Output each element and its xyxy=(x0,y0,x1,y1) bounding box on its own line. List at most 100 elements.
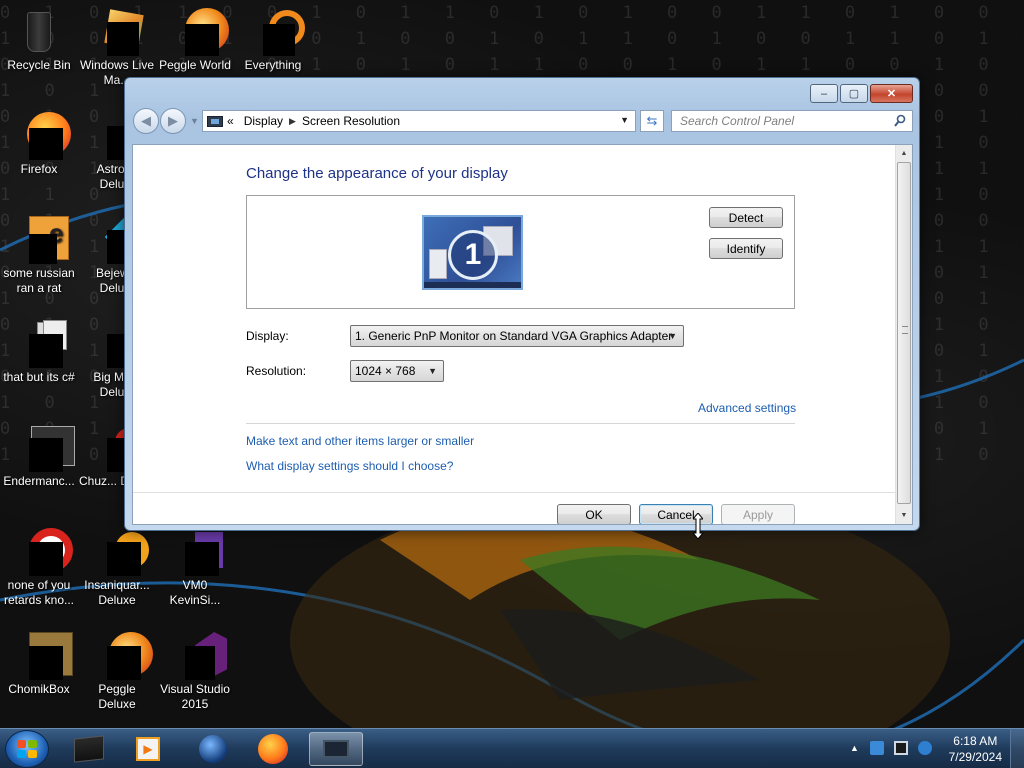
back-button[interactable]: ◀ xyxy=(133,108,159,134)
desktop-icon-recycle-bin[interactable]: Recycle Bin xyxy=(0,8,78,73)
desktop-icon-vm0-kevinsi[interactable]: VM0 KevinSi... xyxy=(156,528,234,608)
visual-studio-icon xyxy=(171,632,227,680)
recent-pages-dropdown-icon[interactable]: ▼ xyxy=(190,116,199,126)
desktop-icon-peggle-deluxe[interactable]: Peggle Deluxe xyxy=(78,632,156,712)
desktop-icon-firefox[interactable]: Firefox xyxy=(0,112,78,177)
text-size-link[interactable]: Make text and other items larger or smal… xyxy=(246,434,474,448)
close-button[interactable]: ✕ xyxy=(870,84,913,103)
desktop-icon-label: none of you retards kno... xyxy=(3,578,75,607)
movie-maker-icon xyxy=(93,8,144,56)
peggle-icon xyxy=(171,8,229,56)
media-player-icon: ▶ xyxy=(136,737,160,761)
file-stack-icon xyxy=(15,320,67,368)
opera-icon xyxy=(15,528,73,576)
taskbar-app-1[interactable] xyxy=(62,732,116,766)
taskbar-screen-resolution[interactable] xyxy=(309,732,363,766)
scroll-up-icon[interactable]: ▲ xyxy=(896,145,912,162)
display-select[interactable]: 1. Generic PnP Monitor on Standard VGA G… xyxy=(350,325,684,347)
java-file-icon: e xyxy=(15,216,69,264)
monitor-number: 1 xyxy=(448,230,498,280)
footer-divider xyxy=(133,492,896,493)
scroll-down-icon[interactable]: ▼ xyxy=(896,507,912,524)
taskbar-firefox[interactable] xyxy=(246,732,300,766)
action-center-icon[interactable] xyxy=(894,741,908,755)
breadcrumb-display[interactable]: Display xyxy=(244,114,283,128)
desktop-icon-windows-live-movie-maker[interactable]: Windows Live Ma... xyxy=(78,8,156,88)
detect-button[interactable]: Detect xyxy=(709,207,783,228)
search-input[interactable] xyxy=(680,114,880,128)
app-box-icon xyxy=(74,735,104,763)
volume-icon[interactable] xyxy=(918,741,932,755)
breadcrumb-screen-resolution[interactable]: Screen Resolution xyxy=(302,114,400,128)
desktop-icon-peggle-world[interactable]: Peggle World xyxy=(156,8,234,73)
display-icon xyxy=(323,740,349,758)
desktop-icon-that-but-its-csharp[interactable]: that but its c# xyxy=(0,320,78,385)
breadcrumb-overflow[interactable]: « xyxy=(227,114,234,128)
clock[interactable]: 6:18 AM 7/29/2024 xyxy=(949,733,1002,765)
resolution-label: Resolution: xyxy=(246,364,307,378)
refresh-icon: ⇆ xyxy=(646,113,658,128)
ok-button[interactable]: OK xyxy=(557,504,631,524)
globe-icon xyxy=(199,735,227,763)
minimize-button[interactable]: – xyxy=(810,84,838,103)
search-icon[interactable] xyxy=(894,114,906,128)
display-help-link[interactable]: What display settings should I choose? xyxy=(246,459,453,473)
desktop-icon-label: Peggle Deluxe xyxy=(98,682,136,711)
everything-icon xyxy=(249,8,305,56)
desktop-icon-label: Firefox xyxy=(20,162,58,176)
screen-resolution-window: – ▢ ✕ ◀ ▶ ▼ « Display ▶ Screen Resolutio… xyxy=(124,77,920,531)
search-box[interactable] xyxy=(671,110,913,132)
resolution-select[interactable]: 1024 × 768 ▼ xyxy=(350,360,444,382)
address-dropdown-icon[interactable]: ▼ xyxy=(620,115,629,125)
taskbar-media-player[interactable]: ▶ xyxy=(121,732,175,766)
refresh-button[interactable]: ⇆ xyxy=(640,110,664,132)
endermanch-icon xyxy=(15,424,75,472)
desktop-icon-label: Recycle Bin xyxy=(7,58,71,72)
apply-button[interactable]: Apply xyxy=(721,504,795,524)
divider xyxy=(246,423,795,424)
firefox-icon xyxy=(258,734,288,764)
maximize-button[interactable]: ▢ xyxy=(840,84,868,103)
display-label: Display: xyxy=(246,329,289,343)
address-bar[interactable]: « Display ▶ Screen Resolution ▼ xyxy=(202,110,636,132)
show-desktop-button[interactable] xyxy=(1010,729,1024,768)
start-button[interactable] xyxy=(5,730,49,768)
identify-button[interactable]: Identify xyxy=(709,238,783,259)
clock-time: 6:18 AM xyxy=(953,734,998,748)
recycle-bin-icon xyxy=(15,8,63,56)
taskbar: ▶ ▲ 6:18 AM 7/29/2024 xyxy=(0,728,1024,768)
desktop-icon-label: Peggle World xyxy=(159,58,231,72)
breadcrumb-separator-icon[interactable]: ▶ xyxy=(289,116,296,127)
forward-button[interactable]: ▶ xyxy=(160,108,186,134)
insaniquarium-icon xyxy=(93,528,149,576)
monitor-taskbar-graphic xyxy=(424,282,521,288)
desktop-icon-none-of-you[interactable]: none of you retards kno... xyxy=(0,528,78,608)
desktop-icon-everything[interactable]: Everything xyxy=(234,8,312,73)
scroll-thumb[interactable] xyxy=(897,162,911,504)
windows-logo-icon xyxy=(17,740,37,758)
system-tray: ▲ 6:18 AM 7/29/2024 xyxy=(834,729,1024,768)
chevron-down-icon: ▼ xyxy=(428,366,437,376)
display-select-value: 1. Generic PnP Monitor on Standard VGA G… xyxy=(355,329,673,343)
network-icon[interactable] xyxy=(870,741,884,755)
desktop-icon-some-russian-ran-a-rat[interactable]: e some russian ran a rat xyxy=(0,216,78,296)
monitor-1-thumbnail[interactable]: 1 xyxy=(422,215,523,290)
chomikbox-icon xyxy=(15,632,73,680)
desktop-icon-insaniquarium-deluxe[interactable]: Insaniquar... Deluxe xyxy=(78,528,156,608)
advanced-settings-link[interactable]: Advanced settings xyxy=(698,401,796,415)
desktop-icon-label: Visual Studio 2015 xyxy=(160,682,230,711)
monitor-window-graphic xyxy=(429,249,447,279)
clock-date: 7/29/2024 xyxy=(948,750,1002,764)
show-hidden-icons-icon[interactable]: ▲ xyxy=(850,743,864,757)
caption-buttons: – ▢ ✕ xyxy=(808,84,913,103)
desktop-icon-label: that but its c# xyxy=(3,370,75,384)
scroll-grip xyxy=(902,326,908,334)
page-title: Change the appearance of your display xyxy=(246,165,508,182)
desktop-icon-endermanch[interactable]: Endermanc... xyxy=(0,424,78,489)
taskbar-globe-app[interactable] xyxy=(186,732,240,766)
vertical-scrollbar[interactable]: ▲ ▼ xyxy=(895,145,912,524)
desktop-icon-chomikbox[interactable]: ChomikBox xyxy=(0,632,78,697)
desktop-icon-label: Endermanc... xyxy=(3,474,75,488)
peggle-deluxe-icon xyxy=(93,632,153,680)
desktop-icon-visual-studio-2015[interactable]: Visual Studio 2015 xyxy=(156,632,234,712)
